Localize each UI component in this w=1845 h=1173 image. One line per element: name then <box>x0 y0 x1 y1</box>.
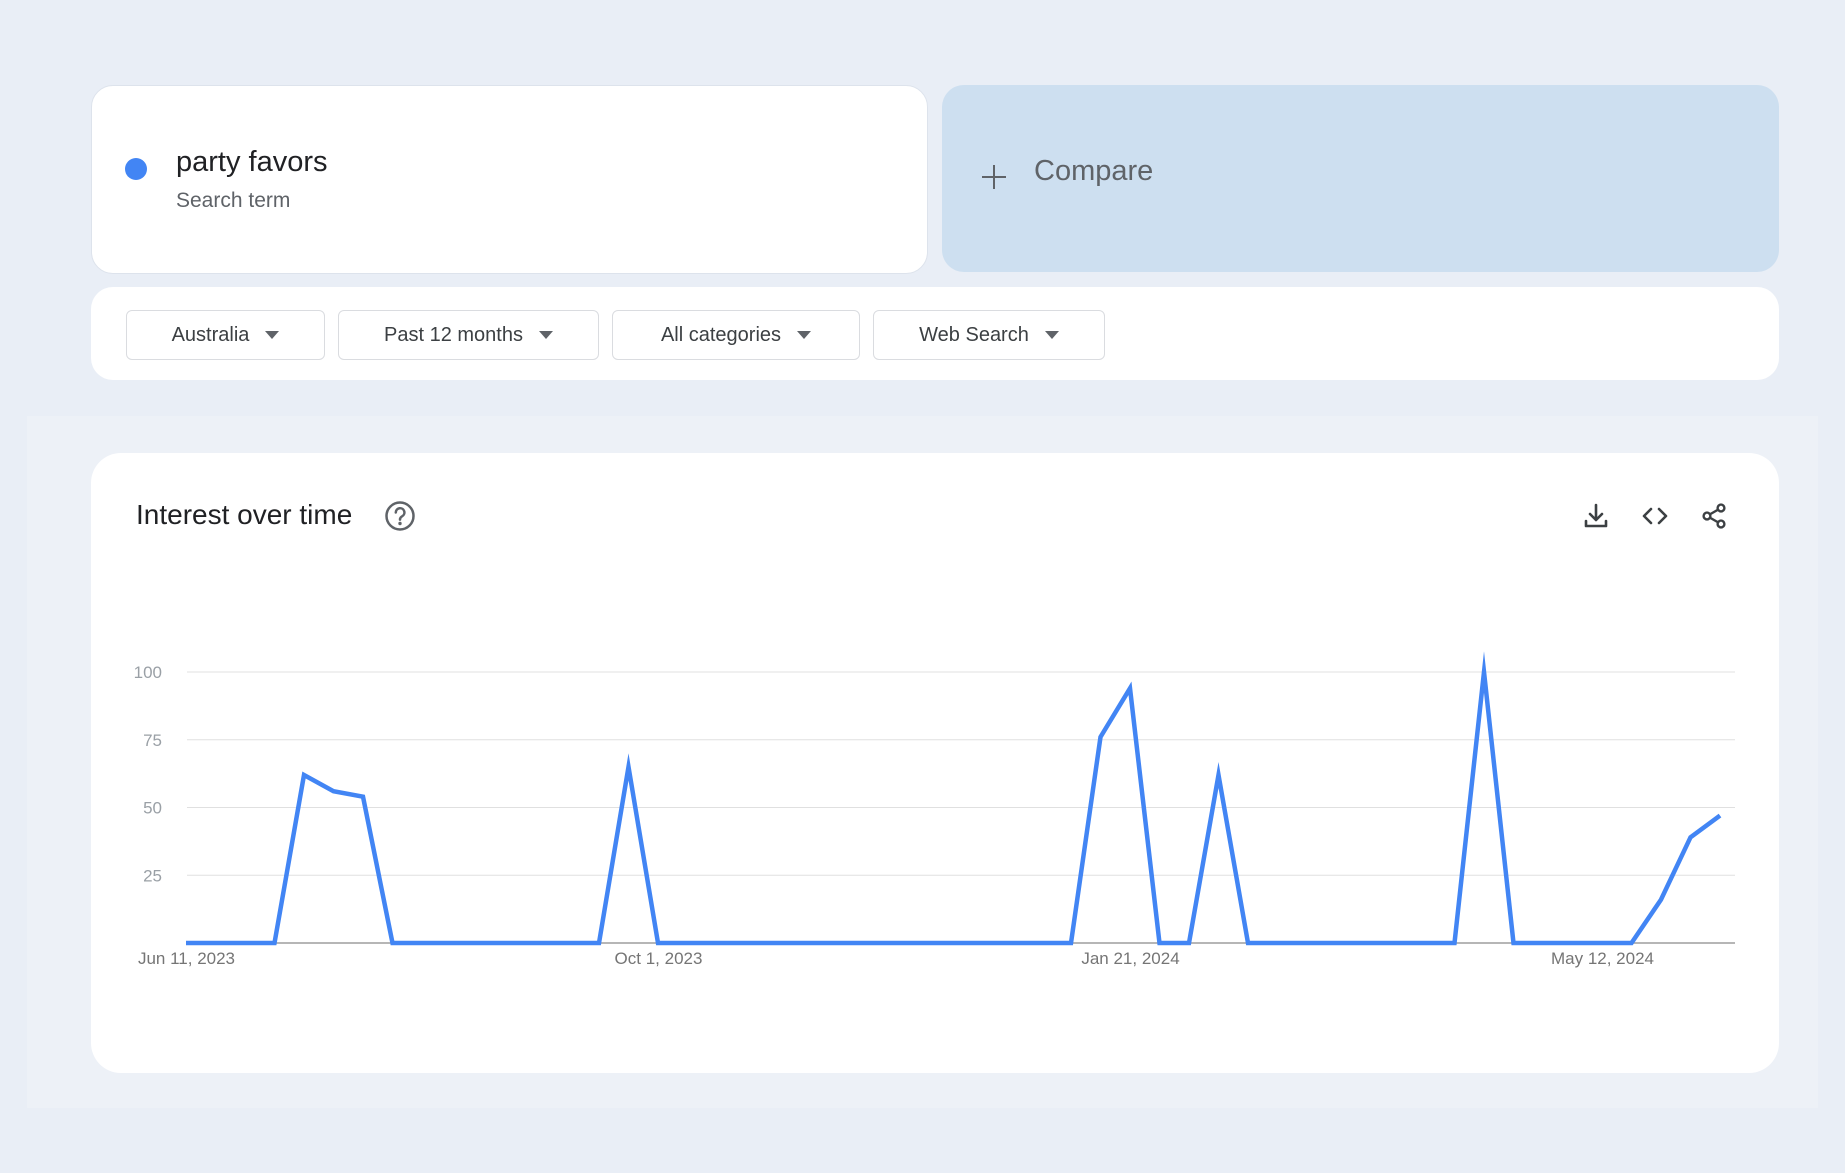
search-type-dropdown[interactable]: Web Search <box>873 310 1105 360</box>
x-tick-label: May 12, 2024 <box>1551 949 1654 968</box>
caret-down-icon <box>538 331 553 339</box>
caret-down-icon <box>265 331 280 339</box>
series-color-dot <box>125 158 147 180</box>
y-tick-label: 100 <box>134 663 162 682</box>
x-tick-label: Oct 1, 2023 <box>615 949 703 968</box>
compare-label: Compare <box>1034 155 1154 187</box>
y-tick-label: 25 <box>143 866 162 885</box>
category-dropdown[interactable]: All categories <box>612 310 860 360</box>
time-range-dropdown-label: Past 12 months <box>384 323 523 346</box>
search-term-name[interactable]: party favors <box>176 146 328 179</box>
region-dropdown-label: Australia <box>171 323 250 346</box>
search-term-card[interactable]: party favors Search term <box>91 85 928 274</box>
caret-down-icon <box>797 331 812 339</box>
compare-button[interactable]: Compare <box>942 85 1779 272</box>
y-tick-label: 50 <box>143 799 162 818</box>
interest-line-chart: 25 50 75 100 Jun 11, 2023 Oct 1, 2023 Jan 21, … <box>134 651 1735 968</box>
category-dropdown-label: All categories <box>660 323 782 346</box>
time-range-dropdown[interactable]: Past 12 months <box>338 310 599 360</box>
region-dropdown[interactable]: Australia <box>126 310 325 360</box>
y-tick-label: 75 <box>143 731 162 750</box>
x-tick-label: Jan 21, 2024 <box>1081 949 1179 968</box>
search-type-dropdown-label: Web Search <box>919 323 1029 346</box>
caret-down-icon <box>1044 331 1059 339</box>
interest-over-time-card: Interest over time 25 50 75 100 Jun 11, 2023… <box>91 453 1779 1073</box>
x-tick-label: Jun 11, 2023 <box>138 949 235 968</box>
plus-icon <box>982 165 1006 189</box>
search-term-type: Search term <box>176 189 291 212</box>
filter-bar: Australia Past 12 months All categories … <box>91 287 1779 380</box>
